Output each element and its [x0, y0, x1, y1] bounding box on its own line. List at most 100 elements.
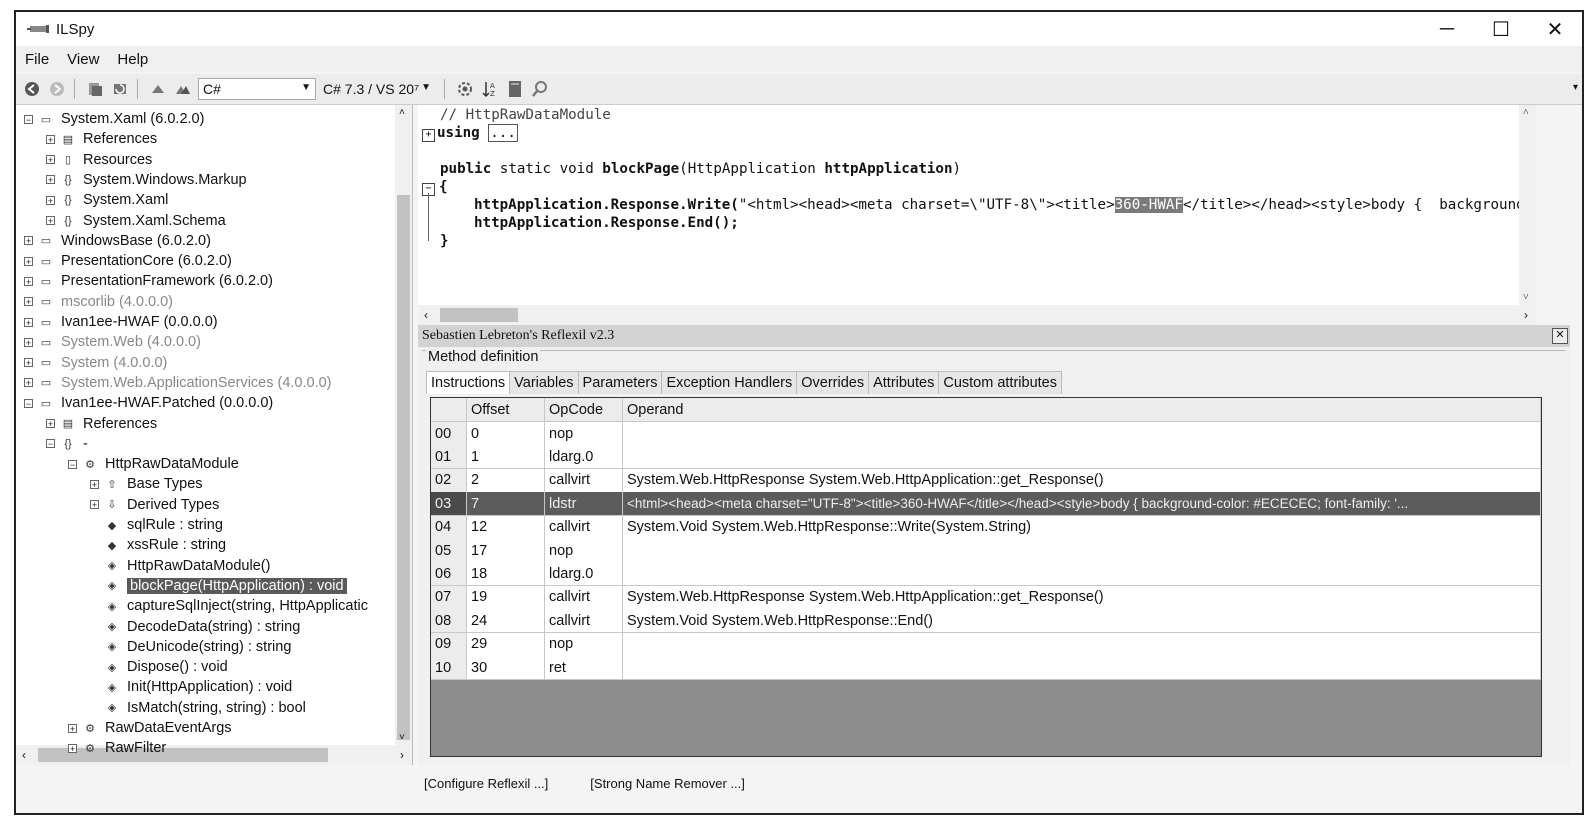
close-button[interactable]: ✕	[1528, 12, 1582, 46]
expand-icon[interactable]: +	[24, 317, 33, 327]
tree-item[interactable]: − ⚙ HttpRawDataModule	[68, 454, 239, 474]
tab-variables[interactable]: Variables	[509, 371, 579, 394]
expand-icon[interactable]: +	[46, 175, 55, 185]
instruction-row[interactable]: 02 2 callvirt System.Web.HttpResponse Syste…	[431, 468, 1541, 493]
tree-item[interactable]: ◆ sqlRule : string	[90, 515, 223, 535]
instruction-row[interactable]: 03 7 ldstr <html><head><meta charset="UTF-8…	[431, 492, 1541, 517]
tree-item[interactable]: ◈ DeUnicode(string) : string	[90, 637, 292, 657]
code-hscroll-thumb[interactable]	[440, 308, 518, 322]
scroll-left-icon[interactable]: ‹	[424, 308, 428, 322]
tree-scroll-thumb[interactable]	[397, 195, 410, 740]
show-all-icon[interactable]	[174, 80, 192, 98]
expand-icon[interactable]: +	[46, 134, 55, 144]
expand-icon[interactable]: +	[68, 723, 77, 733]
scroll-right-icon[interactable]: ›	[400, 748, 404, 762]
expand-icon[interactable]: +	[24, 256, 33, 266]
expand-icon[interactable]: +	[24, 276, 33, 286]
show-public-icon[interactable]	[149, 80, 167, 98]
tree-item[interactable]: ◈ Init(HttpApplication) : void	[90, 677, 292, 697]
tree-item[interactable]: + ▤ References	[46, 129, 157, 149]
tab-overrides[interactable]: Overrides	[796, 371, 870, 394]
collapse-icon[interactable]: −	[46, 439, 55, 449]
reload-icon[interactable]	[111, 80, 129, 98]
sort-icon[interactable]: AZ	[481, 80, 499, 98]
instruction-row[interactable]: 10 30 ret	[431, 656, 1541, 680]
tree-item[interactable]: ◆ xssRule : string	[90, 535, 226, 555]
tree-item[interactable]: + ▭ PresentationFramework (6.0.2.0)	[24, 271, 273, 291]
instruction-row[interactable]: 08 24 callvirt System.Void System.Web.HttpR…	[431, 609, 1541, 634]
expand-icon[interactable]: +	[24, 378, 33, 388]
strong-name-remover-link[interactable]: [Strong Name Remover ...]	[590, 776, 745, 791]
decompiled-code-view[interactable]: // HttpRawDataModule + using ... public s…	[418, 105, 1536, 305]
instruction-row[interactable]: 05 17 nop	[431, 539, 1541, 563]
collapse-icon[interactable]: −	[24, 398, 33, 408]
method-name[interactable]: blockPage	[602, 161, 679, 177]
tree-item[interactable]: ◈ captureSqlInject(string, HttpApplicatic	[90, 596, 368, 616]
tree-item[interactable]: −{} -	[46, 434, 88, 454]
tab-exception-handlers[interactable]: Exception Handlers	[661, 371, 798, 394]
expand-icon[interactable]: +	[46, 155, 55, 165]
tree-item[interactable]: + ▭ System.Web.ApplicationServices (4.0.0.…	[24, 373, 332, 393]
toolbar-overflow-icon[interactable]: ▾	[1573, 82, 1578, 93]
menu-file[interactable]: File	[16, 51, 58, 68]
expand-icon[interactable]: +	[46, 216, 55, 226]
options-gear-icon[interactable]	[456, 80, 474, 98]
tree-vertical-scrollbar[interactable]: ˄ ˅	[395, 105, 412, 745]
tab-attributes[interactable]: Attributes	[868, 371, 940, 394]
collapse-icon[interactable]: −	[24, 114, 33, 124]
tab-parameters[interactable]: Parameters	[577, 371, 663, 394]
code-vertical-scrollbar[interactable]: ˄ ˅	[1519, 105, 1536, 305]
open-file-icon[interactable]	[86, 80, 104, 98]
column-header-opcode[interactable]: OpCode	[545, 398, 623, 421]
menu-help[interactable]: Help	[108, 51, 157, 68]
tree-item[interactable]: + ▭ System.Web (4.0.0.0)	[24, 332, 201, 352]
expand-icon[interactable]: +	[24, 337, 33, 347]
back-icon[interactable]	[23, 80, 41, 98]
tree-item[interactable]: + ▭ PresentationCore (6.0.2.0)	[24, 251, 232, 271]
tree-item[interactable]: + ⚙ RawDataEventArgs	[68, 718, 232, 738]
expand-icon[interactable]: +	[24, 297, 33, 307]
column-header-offset[interactable]: Offset	[467, 398, 545, 421]
expand-icon[interactable]: +	[68, 743, 77, 753]
expand-icon[interactable]: +	[90, 500, 99, 510]
search-icon[interactable]	[531, 80, 549, 98]
scroll-down-icon[interactable]: ˅	[399, 732, 405, 743]
reflexil-close-icon[interactable]: ✕	[1552, 328, 1568, 344]
scroll-down-icon[interactable]: ˅	[1523, 292, 1529, 303]
tree-item[interactable]: + ⇩ Derived Types	[90, 495, 219, 515]
instruction-row[interactable]: 00 0 nop	[431, 422, 1541, 446]
tab-custom-attributes[interactable]: Custom attributes	[938, 371, 1062, 394]
tree-item[interactable]: + {} System.Windows.Markup	[46, 170, 247, 190]
tree-item[interactable]: + ▤ References	[46, 414, 157, 434]
maximize-button[interactable]: ☐	[1474, 12, 1528, 46]
code-horizontal-scrollbar[interactable]: ‹ ›	[418, 305, 1536, 325]
instruction-row[interactable]: 04 12 callvirt System.Void System.Web.HttpR…	[431, 515, 1541, 540]
tree-item[interactable]: + ▭ Ivan1ee-HWAF (0.0.0.0)	[24, 312, 218, 332]
instructions-grid[interactable]: Offset OpCode Operand 00 0 nop 01 1 ldarg.0 02 2 ca…	[430, 397, 1542, 757]
tree-item[interactable]: − ▭ Ivan1ee-HWAF.Patched (0.0.0.0)	[24, 393, 273, 413]
instruction-row[interactable]: 01 1 ldarg.0	[431, 445, 1541, 470]
using-collapsed-box[interactable]: ...	[488, 124, 518, 142]
reflexil-book-icon[interactable]	[506, 80, 524, 98]
tree-item[interactable]: ◈ blockPage(HttpApplication) : void	[90, 576, 347, 596]
instruction-row[interactable]: 09 29 nop	[431, 632, 1541, 657]
expand-icon[interactable]: +	[24, 358, 33, 368]
tree-item[interactable]: + {} System.Xaml	[46, 190, 168, 210]
expand-icon[interactable]: +	[422, 129, 435, 142]
tree-item[interactable]: + ▭ System (4.0.0.0)	[24, 353, 167, 373]
forward-icon[interactable]	[48, 80, 66, 98]
tree-item[interactable]: − ▭ System.Xaml (6.0.2.0)	[24, 109, 204, 129]
instruction-row[interactable]: 07 19 callvirt System.Web.HttpResponse Syst…	[431, 585, 1541, 610]
scroll-up-icon[interactable]: ˄	[399, 107, 405, 118]
tree-item[interactable]: ◈ IsMatch(string, string) : bool	[90, 698, 306, 718]
expand-icon[interactable]: +	[46, 419, 55, 429]
tree-item[interactable]: ◈ HttpRawDataModule()	[90, 556, 271, 576]
tab-instructions[interactable]: Instructions	[426, 371, 511, 394]
expand-icon[interactable]: +	[24, 236, 33, 246]
scroll-left-icon[interactable]: ‹	[22, 748, 26, 762]
column-header-operand[interactable]: Operand	[623, 398, 1541, 421]
collapse-icon[interactable]: −	[68, 459, 77, 469]
minimize-button[interactable]: ─	[1420, 12, 1474, 46]
language-select[interactable]: C# ▼	[198, 78, 316, 100]
menu-view[interactable]: View	[58, 51, 108, 68]
